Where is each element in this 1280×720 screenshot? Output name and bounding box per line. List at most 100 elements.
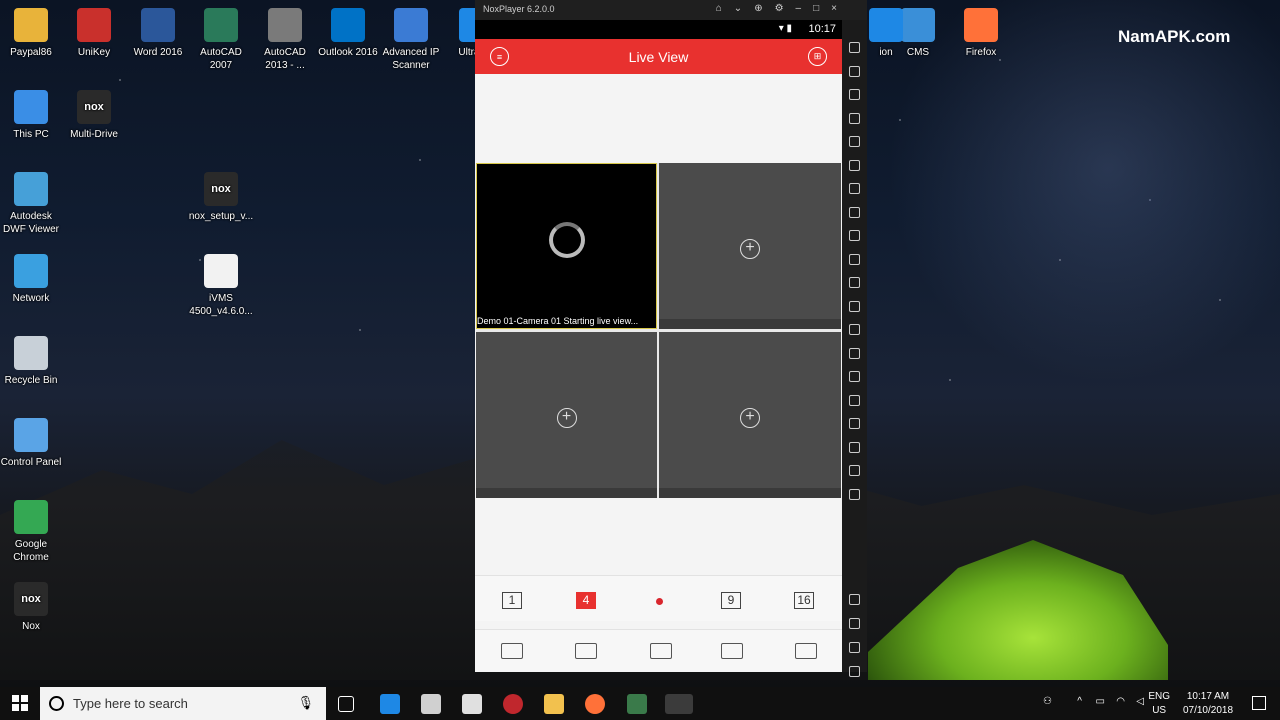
back-icon[interactable] <box>849 594 860 605</box>
desktop-icon[interactable]: Recycle Bin <box>0 336 67 387</box>
video-cell-3[interactable]: + <box>476 332 657 498</box>
battery-icon[interactable]: ▭ <box>1096 696 1105 707</box>
chrome-icon <box>14 500 48 534</box>
emulator-pin-icon[interactable]: ⊕ <box>754 3 762 14</box>
windows-start-icon[interactable] <box>12 695 28 711</box>
volume-icon[interactable]: ◁ <box>1136 696 1144 707</box>
wifi-icon[interactable]: ◠ <box>1116 696 1125 707</box>
emulator-tool-icon[interactable] <box>849 42 860 53</box>
desktop-icon[interactable]: Firefox <box>945 8 1017 59</box>
app-screen: ≡ Live View ⊞ Demo 01-Camera 01 Starting… <box>475 39 842 672</box>
desktop-icon[interactable]: iVMS 4500_v4.6.0... <box>185 254 257 318</box>
file-explorer-icon[interactable] <box>544 694 564 714</box>
emulator-tool-icon[interactable] <box>849 253 860 265</box>
desktop-icon[interactable]: AutoCAD 2013 - ... <box>249 8 321 72</box>
desktop-icon[interactable]: Autodesk DWF Viewer <box>0 172 67 236</box>
minimize-icon[interactable]: – <box>796 3 802 14</box>
app-toolbar: ≡ Live View ⊞ <box>475 39 842 74</box>
app-green-icon[interactable] <box>627 694 647 714</box>
desktop-icon[interactable]: Google Chrome <box>0 500 67 564</box>
word-icon <box>141 8 175 42</box>
app-red-icon[interactable] <box>503 694 523 714</box>
notification-icon[interactable] <box>1252 696 1266 710</box>
desktop-icon-label: This PC <box>13 129 49 140</box>
add-camera-icon[interactable]: + <box>740 239 760 259</box>
desktop-icon[interactable]: Outlook 2016 <box>312 8 384 59</box>
language-indicator[interactable]: ENG US <box>1148 690 1170 718</box>
camera-capture-icon[interactable] <box>501 643 523 659</box>
desktop-icon[interactable]: nox Multi-Drive <box>58 90 130 141</box>
emulator-dropdown-icon[interactable]: ⌄ <box>734 3 742 14</box>
emulator-tool-icon[interactable] <box>849 371 860 382</box>
desktop-icon-label: UniKey <box>77 47 111 58</box>
split-16-button[interactable]: 16 <box>794 592 814 609</box>
emulator-tool-icon[interactable] <box>849 89 860 100</box>
emulator-tool-icon[interactable] <box>849 112 860 124</box>
layout-icon[interactable]: ⊞ <box>808 47 827 66</box>
tray-expand-icon[interactable]: ^ <box>1077 696 1082 707</box>
desktop-icon[interactable]: AutoCAD 2007 <box>185 8 257 72</box>
emulator-tool-icon[interactable] <box>849 324 860 335</box>
more-icon[interactable] <box>849 666 860 677</box>
emulator-tool-icon[interactable] <box>849 183 860 194</box>
split-1-button[interactable]: 1 <box>502 592 522 609</box>
desktop-icon[interactable]: Network <box>0 254 67 305</box>
desktop-icon[interactable]: Word 2016 <box>122 8 194 59</box>
video-cell-2[interactable]: + <box>659 163 841 329</box>
store-icon[interactable] <box>421 694 441 714</box>
nox-taskbar-icon[interactable] <box>665 694 693 714</box>
edge-icon[interactable] <box>380 694 400 714</box>
split-9-button[interactable]: 9 <box>721 592 741 609</box>
close-icon[interactable]: × <box>831 3 837 14</box>
stop-all-icon[interactable] <box>795 643 817 659</box>
video-cell-1[interactable]: Demo 01-Camera 01 Starting live view... <box>476 163 657 329</box>
desktop-icon[interactable]: nox Nox <box>0 582 67 633</box>
image-quality-icon[interactable] <box>721 643 743 659</box>
emulator-tool-icon[interactable] <box>849 300 860 312</box>
emulator-tool-icon[interactable] <box>849 441 860 453</box>
add-camera-icon[interactable]: + <box>556 408 577 428</box>
emulator-home-icon[interactable]: ⌂ <box>716 3 722 14</box>
home-icon[interactable] <box>849 618 860 629</box>
emulator-title-bar[interactable]: NoxPlayer 6.2.0.0 ⌂ ⌄ ⊕ ⚙ – □ × <box>475 0 867 20</box>
emulator-settings-icon[interactable]: ⚙ <box>775 3 784 14</box>
desktop-icon-label: iVMS 4500_v4.6.0... <box>189 293 253 317</box>
mail-icon[interactable] <box>462 694 482 714</box>
emulator-tool-icon[interactable] <box>849 206 860 218</box>
emulator-tool-icon[interactable] <box>849 394 860 406</box>
emulator-tool-icon[interactable] <box>849 347 860 359</box>
desktop-icon[interactable]: Advanced IP Scanner <box>375 8 447 72</box>
add-camera-icon[interactable]: + <box>740 408 760 428</box>
desktop-icon-label: Nox <box>22 621 40 632</box>
emulator-title: NoxPlayer 6.2.0.0 <box>483 4 555 14</box>
desktop-icon-label: Control Panel <box>0 457 62 468</box>
desktop-icon[interactable]: Paypal86 <box>0 8 67 59</box>
emulator-tool-icon[interactable] <box>849 465 860 476</box>
video-cell-4[interactable]: + <box>659 332 841 498</box>
ptz-icon[interactable] <box>650 643 672 659</box>
task-view-icon[interactable] <box>338 696 354 712</box>
emulator-tool-icon[interactable] <box>849 488 860 500</box>
emulator-tool-icon[interactable] <box>849 65 860 77</box>
desktop-icon[interactable]: Control Panel <box>0 418 67 469</box>
recents-icon[interactable] <box>849 642 860 653</box>
desktop-icon-label: AutoCAD 2013 - ... <box>264 47 306 71</box>
emulator-tool-icon[interactable] <box>849 277 860 288</box>
maximize-icon[interactable]: □ <box>813 3 819 14</box>
emulator-tool-icon[interactable] <box>849 418 860 429</box>
taskbar-clock[interactable]: 10:17 AM 07/10/2018 <box>1178 690 1238 718</box>
desktop-icon[interactable]: nox nox_setup_v... <box>185 172 257 223</box>
desktop-icon[interactable]: This PC <box>0 90 67 141</box>
emulator-tool-icon[interactable] <box>849 230 860 241</box>
microphone-icon[interactable]: 🎙 <box>297 695 314 711</box>
firefox-taskbar-icon[interactable] <box>585 694 605 714</box>
emulator-tool-icon[interactable] <box>849 159 860 171</box>
emulator-tool-icon[interactable] <box>849 136 860 147</box>
search-box[interactable]: Type here to search 🎙 <box>40 687 326 720</box>
desktop-icon[interactable]: UniKey <box>58 8 130 59</box>
network-icon <box>14 254 48 288</box>
desktop-icon-label: Advanced IP Scanner <box>382 47 440 71</box>
record-icon[interactable] <box>575 643 597 659</box>
people-icon[interactable]: ⚇ <box>1043 696 1052 707</box>
split-4-button[interactable]: 4 <box>576 592 596 609</box>
